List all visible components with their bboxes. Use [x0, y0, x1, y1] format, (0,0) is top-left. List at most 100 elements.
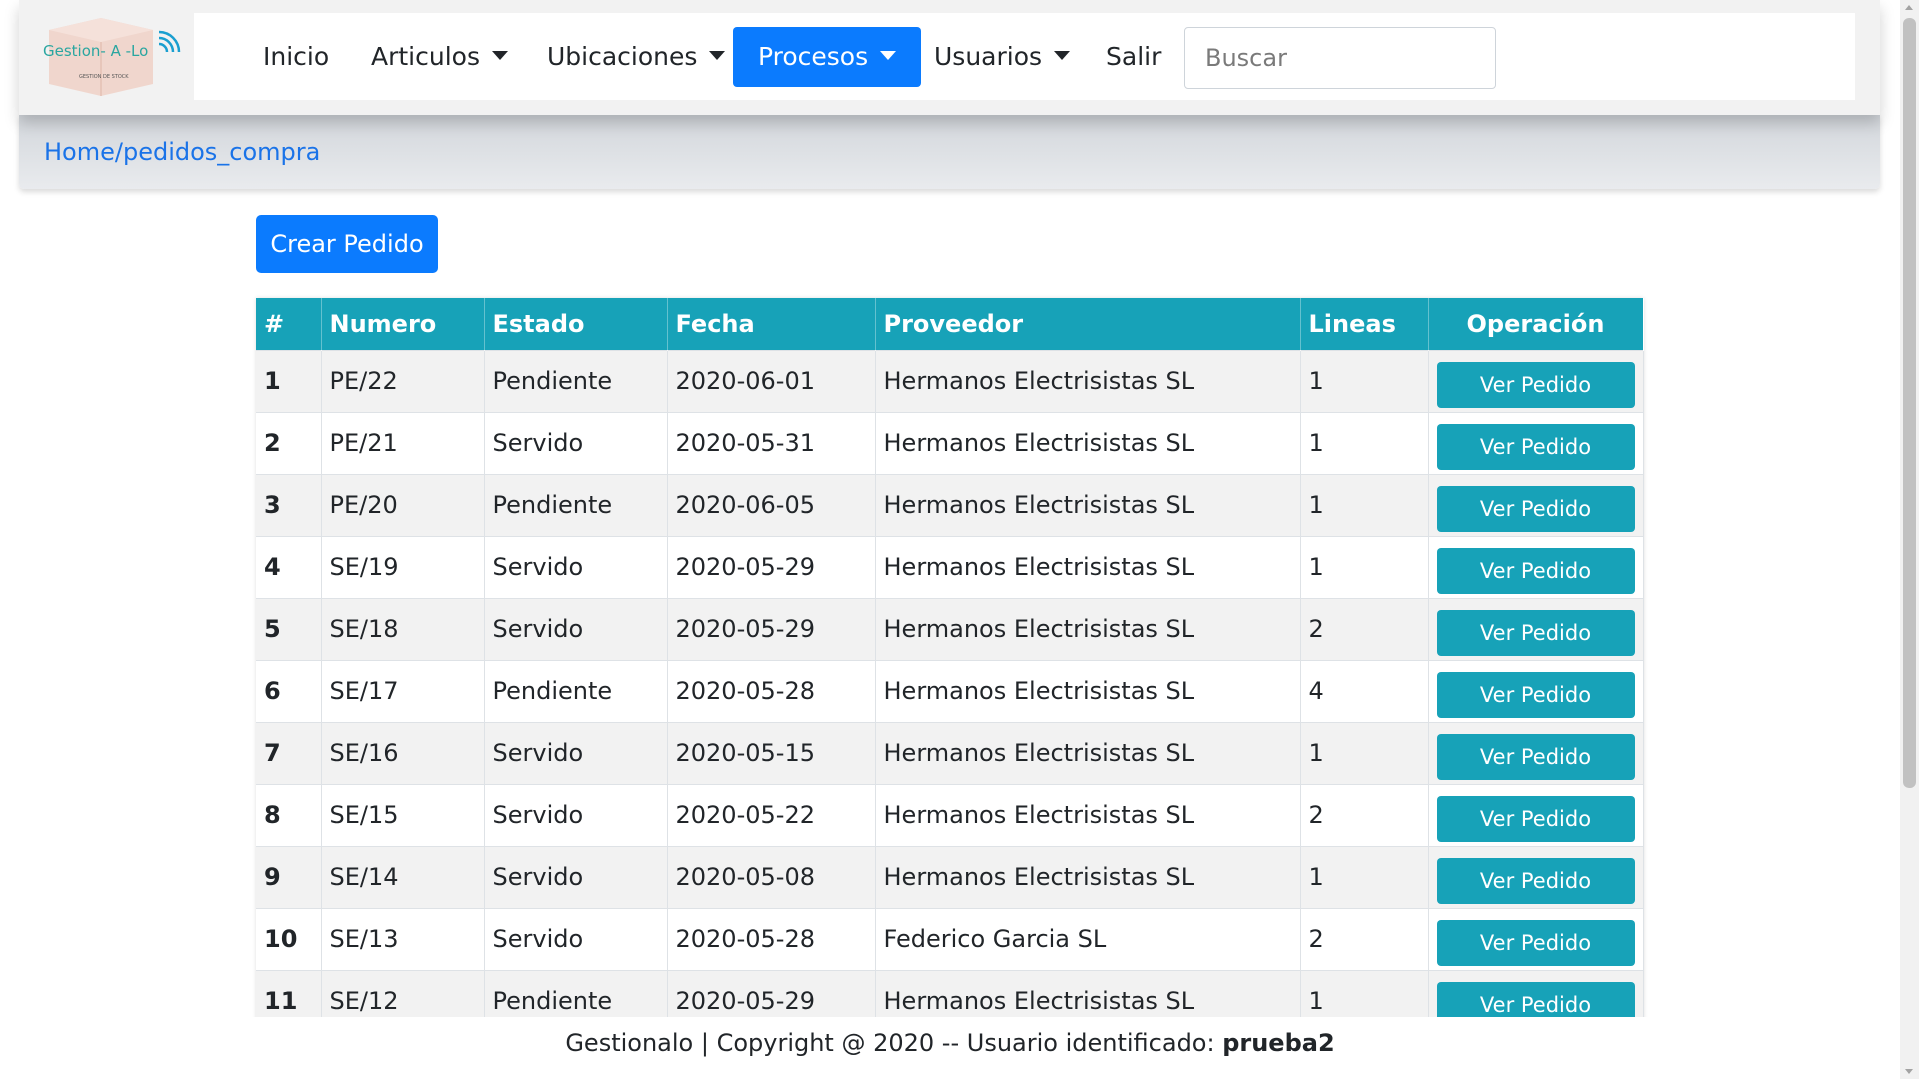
cell-estado: Servido [484, 535, 668, 598]
view-order-button[interactable]: Ver Pedido [1436, 796, 1635, 842]
caret-down-icon [1054, 50, 1071, 60]
cell-proveedor: Federico Garcia SL [875, 907, 1301, 970]
cell-numero: SE/13 [321, 907, 485, 970]
cell-operacion: Ver Pedido [1428, 535, 1644, 598]
cell-proveedor: Hermanos Electrisistas SL [875, 783, 1301, 846]
cell-idx: 5 [256, 597, 322, 660]
col-header-fecha: Fecha [667, 298, 876, 350]
view-order-button[interactable]: Ver Pedido [1436, 548, 1635, 594]
cell-estado: Pendiente [484, 659, 668, 722]
cell-lineas: 1 [1300, 535, 1429, 598]
cell-numero: SE/17 [321, 659, 485, 722]
cell-fecha: 2020-05-31 [667, 411, 876, 474]
app-logo[interactable]: Gestion- A -Lo GESTION DE STOCK [41, 12, 191, 100]
table-row: 7 SE/16 Servido 2020-05-15 Hermanos Electris… [256, 721, 1644, 784]
cell-proveedor: Hermanos Electrisistas SL [875, 597, 1301, 660]
cell-operacion: Ver Pedido [1428, 659, 1644, 722]
cell-lineas: 1 [1300, 349, 1429, 412]
cell-proveedor: Hermanos Electrisistas SL [875, 659, 1301, 722]
page-footer: Gestionalo | Copyright @ 2020 -- Usuario… [0, 1017, 1900, 1079]
top-header: Gestion- A -Lo GESTION DE STOCK Inicio A… [19, 0, 1880, 115]
cell-idx: 9 [256, 845, 322, 908]
nav-salir[interactable]: Salir [1106, 27, 1161, 87]
search-input[interactable] [1184, 27, 1496, 89]
cell-idx: 8 [256, 783, 322, 846]
nav-inicio-label: Inicio [263, 42, 330, 71]
cell-idx: 2 [256, 411, 322, 474]
footer-text: Gestionalo | Copyright @ 2020 -- Usuario… [565, 1029, 1223, 1057]
caret-down-icon [709, 50, 726, 60]
nav-usuarios-dropdown[interactable]: Usuarios [934, 27, 1071, 87]
view-order-button[interactable]: Ver Pedido [1436, 858, 1635, 904]
cell-operacion: Ver Pedido [1428, 721, 1644, 784]
cell-fecha: 2020-06-01 [667, 349, 876, 412]
create-order-button[interactable]: Crear Pedido [256, 215, 438, 273]
scroll-up-arrow-icon[interactable] [1905, 5, 1913, 10]
view-order-button[interactable]: Ver Pedido [1436, 486, 1635, 532]
cell-idx: 6 [256, 659, 322, 722]
table-row: 2 PE/21 Servido 2020-05-31 Hermanos Electris… [256, 411, 1644, 474]
cell-operacion: Ver Pedido [1428, 783, 1644, 846]
col-header-numero: Numero [321, 298, 485, 350]
cell-numero: SE/15 [321, 783, 485, 846]
cell-estado: Servido [484, 907, 668, 970]
table-row: 10 SE/13 Servido 2020-05-28 Federico Garcia … [256, 907, 1644, 970]
nav-articulos-label: Articulos [371, 42, 480, 71]
nav-procesos-label: Procesos [758, 42, 869, 71]
view-order-button[interactable]: Ver Pedido [1436, 362, 1635, 408]
nav-articulos-dropdown[interactable]: Articulos [371, 27, 508, 87]
cell-fecha: 2020-05-28 [667, 659, 876, 722]
cell-numero: SE/19 [321, 535, 485, 598]
breadcrumb-bar: Home/pedidos_compra [19, 115, 1880, 189]
table-row: 8 SE/15 Servido 2020-05-22 Hermanos Electris… [256, 783, 1644, 846]
cell-proveedor: Hermanos Electrisistas SL [875, 349, 1301, 412]
cell-estado: Servido [484, 411, 668, 474]
nav-procesos-dropdown[interactable]: Procesos [733, 27, 922, 87]
cell-lineas: 4 [1300, 659, 1429, 722]
view-order-button[interactable]: Ver Pedido [1436, 610, 1635, 656]
caret-down-icon [880, 50, 897, 60]
table-row: 5 SE/18 Servido 2020-05-29 Hermanos Electris… [256, 597, 1644, 660]
cell-operacion: Ver Pedido [1428, 473, 1644, 536]
nav-inicio[interactable]: Inicio [263, 27, 329, 87]
vertical-scrollbar[interactable] [1900, 0, 1919, 1079]
cell-estado: Servido [484, 721, 668, 784]
cell-numero: SE/16 [321, 721, 485, 784]
view-order-button[interactable]: Ver Pedido [1436, 672, 1635, 718]
cell-lineas: 1 [1300, 473, 1429, 536]
orders-table: # Numero Estado Fecha Proveedor Lineas O… [256, 298, 1644, 1032]
table-header-row: # Numero Estado Fecha Proveedor Lineas O… [256, 298, 1644, 350]
table-row: 9 SE/14 Servido 2020-05-08 Hermanos Electris… [256, 845, 1644, 908]
scrollbar-thumb[interactable] [1903, 18, 1916, 788]
view-order-button[interactable]: Ver Pedido [1436, 920, 1635, 966]
col-header-proveedor: Proveedor [875, 298, 1301, 350]
logo-text: Gestion- A -Lo [43, 42, 148, 60]
cell-lineas: 2 [1300, 597, 1429, 660]
cell-proveedor: Hermanos Electrisistas SL [875, 721, 1301, 784]
col-header-index: # [256, 298, 322, 350]
cell-lineas: 1 [1300, 411, 1429, 474]
cell-estado: Servido [484, 783, 668, 846]
cell-numero: PE/22 [321, 349, 485, 412]
cell-operacion: Ver Pedido [1428, 597, 1644, 660]
nav-ubicaciones-label: Ubicaciones [547, 42, 698, 71]
breadcrumb-link[interactable]: Home/pedidos_compra [44, 115, 320, 189]
cell-lineas: 1 [1300, 721, 1429, 784]
cell-fecha: 2020-05-22 [667, 783, 876, 846]
view-order-button[interactable]: Ver Pedido [1436, 734, 1635, 780]
cell-lineas: 2 [1300, 907, 1429, 970]
col-header-lineas: Lineas [1300, 298, 1429, 350]
cell-fecha: 2020-05-28 [667, 907, 876, 970]
nav-ubicaciones-dropdown[interactable]: Ubicaciones [547, 27, 726, 87]
cell-idx: 1 [256, 349, 322, 412]
nav-usuarios-label: Usuarios [934, 42, 1043, 71]
cell-operacion: Ver Pedido [1428, 907, 1644, 970]
cell-idx: 7 [256, 721, 322, 784]
col-header-estado: Estado [484, 298, 668, 350]
view-order-button[interactable]: Ver Pedido [1436, 424, 1635, 470]
cell-operacion: Ver Pedido [1428, 845, 1644, 908]
nav-salir-label: Salir [1106, 42, 1162, 71]
scroll-down-arrow-icon[interactable] [1905, 1069, 1913, 1074]
logo-tagline: GESTION DE STOCK [79, 74, 129, 80]
cell-fecha: 2020-05-15 [667, 721, 876, 784]
